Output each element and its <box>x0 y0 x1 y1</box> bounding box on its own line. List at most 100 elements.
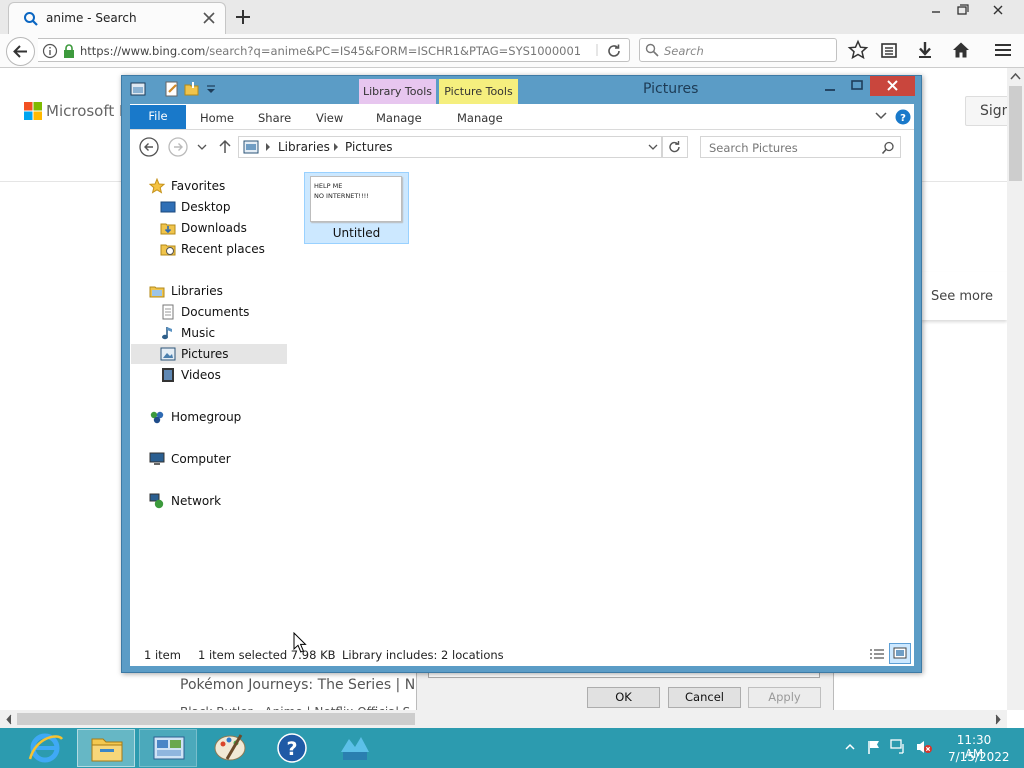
details-view-icon[interactable] <box>867 645 886 663</box>
bookmark-star-icon[interactable] <box>847 39 869 61</box>
nav-downloads[interactable]: Downloads <box>131 218 287 238</box>
new-tab-icon[interactable] <box>233 7 253 27</box>
nav-computer[interactable]: Computer <box>131 449 287 469</box>
breadcrumb-separator-icon[interactable] <box>264 142 272 152</box>
ok-button[interactable]: OK <box>587 687 660 708</box>
dropdown-arrow-icon[interactable] <box>596 42 606 58</box>
internet-explorer-button[interactable] <box>16 729 74 767</box>
lock-icon <box>62 43 76 59</box>
explorer-minimize-icon[interactable] <box>818 80 842 96</box>
svg-text:?: ? <box>900 113 906 124</box>
nav-homegroup[interactable]: Homegroup <box>131 407 287 427</box>
reading-list-icon[interactable] <box>878 39 900 61</box>
browser-search-box[interactable]: Search <box>639 38 837 62</box>
horizontal-scroll-thumb[interactable] <box>17 713 415 725</box>
show-hidden-icons-icon[interactable] <box>843 741 857 753</box>
svg-text:?: ? <box>286 738 297 760</box>
breadcrumb-libraries[interactable]: Libraries <box>278 140 330 154</box>
explorer-close-button[interactable] <box>870 76 915 96</box>
microsoft-logo-icon <box>24 102 42 120</box>
back-button[interactable] <box>6 37 35 66</box>
selection-info: 1 item selected 7.98 KB <box>198 648 336 662</box>
minimize-icon[interactable] <box>924 0 948 22</box>
libraries-icon <box>149 283 165 299</box>
ribbon-tab-home[interactable]: Home <box>200 111 234 125</box>
nav-videos[interactable]: Videos <box>131 365 287 385</box>
pictures-icon <box>160 346 176 362</box>
menu-icon[interactable] <box>992 39 1014 61</box>
volume-muted-icon[interactable] <box>915 739 933 755</box>
up-arrow-icon[interactable] <box>217 139 233 155</box>
restore-icon[interactable] <box>950 0 974 22</box>
bing-search-icon <box>23 11 39 27</box>
scroll-up-icon[interactable] <box>1009 70 1022 82</box>
nav-videos-label: Videos <box>181 368 221 382</box>
address-dropdown-icon[interactable] <box>647 142 659 152</box>
help-icon[interactable]: ? <box>895 109 911 125</box>
search-result-link[interactable]: Pokémon Journeys: The Series | Netf <box>180 677 434 693</box>
apply-button[interactable]: Apply <box>748 687 821 708</box>
ribbon-tab-file[interactable]: File <box>130 105 186 129</box>
scroll-right-icon[interactable] <box>992 713 1004 726</box>
forward-arrow-icon[interactable] <box>168 137 188 157</box>
nav-network-label: Network <box>171 494 222 508</box>
explorer-maximize-icon[interactable] <box>845 78 869 94</box>
recent-locations-icon[interactable] <box>196 142 208 152</box>
info-icon[interactable] <box>42 43 58 59</box>
download-icon[interactable] <box>914 39 936 61</box>
quick-access-dropdown-icon[interactable] <box>205 84 217 96</box>
reload-icon[interactable] <box>606 43 622 59</box>
ribbon-tab-view[interactable]: View <box>316 111 343 125</box>
cancel-button[interactable]: Cancel <box>668 687 741 708</box>
thumbnail-line-1: HELP ME <box>314 182 343 190</box>
network-status-icon[interactable] <box>890 739 908 755</box>
properties-icon[interactable] <box>164 81 180 97</box>
nav-recent-places[interactable]: Recent places <box>131 239 287 259</box>
nav-libraries-label: Libraries <box>171 284 223 298</box>
vertical-scroll-thumb[interactable] <box>1009 86 1022 181</box>
url-bar[interactable]: https://www.bing.com/search?q=anime&PC=I… <box>38 38 630 62</box>
nav-documents[interactable]: Documents <box>131 302 287 322</box>
action-center-flag-icon[interactable] <box>866 739 882 755</box>
close-tab-icon[interactable] <box>201 10 217 26</box>
nav-desktop[interactable]: Desktop <box>131 197 287 217</box>
thumbnail-line-2: NO INTERNET!!!! <box>314 192 369 200</box>
large-icons-view-icon[interactable] <box>889 643 911 664</box>
nav-network[interactable]: Network <box>131 491 287 511</box>
scroll-left-icon[interactable] <box>3 713 15 726</box>
file-explorer-taskbar-button[interactable] <box>77 729 135 767</box>
nav-favorites[interactable]: Favorites <box>131 176 287 196</box>
image-thumbnail: HELP ME NO INTERNET!!!! <box>310 176 402 222</box>
url-host: https://www.bing.com <box>80 44 206 58</box>
help-support-button[interactable]: ? <box>263 729 321 767</box>
ribbon-tab-share[interactable]: Share <box>258 111 291 125</box>
clock-date[interactable]: 7/15/2022 <box>948 750 1010 764</box>
see-more-link[interactable]: See more <box>931 289 993 304</box>
paint-button[interactable] <box>201 729 259 767</box>
computer-icon <box>149 451 165 467</box>
breadcrumb-separator-icon[interactable] <box>332 142 340 152</box>
ribbon-tab-manage-picture[interactable]: Manage <box>457 111 503 125</box>
address-bar[interactable]: Libraries Pictures <box>238 136 662 158</box>
close-window-icon[interactable] <box>986 0 1010 22</box>
control-panel-button[interactable] <box>139 729 197 767</box>
refresh-button[interactable] <box>662 136 688 158</box>
search-placeholder: Search <box>664 44 704 58</box>
library-info: Library includes: 2 locations <box>342 648 504 662</box>
expand-ribbon-icon[interactable] <box>874 110 888 122</box>
app-button[interactable] <box>326 729 384 767</box>
library-tools-tab[interactable]: Library Tools <box>359 79 436 104</box>
breadcrumb-pictures[interactable]: Pictures <box>345 140 393 154</box>
new-folder-icon[interactable] <box>184 81 200 97</box>
picture-tools-tab[interactable]: Picture Tools <box>439 79 518 104</box>
file-name: Untitled <box>332 226 381 240</box>
ribbon-tab-manage-library[interactable]: Manage <box>376 111 422 125</box>
back-arrow-icon[interactable] <box>139 137 159 157</box>
home-icon[interactable] <box>950 39 972 61</box>
search-pictures-input[interactable]: Search Pictures <box>700 136 901 158</box>
nav-music[interactable]: Music <box>131 323 287 343</box>
url-text: https://www.bing.com/search?q=anime&PC=I… <box>80 44 581 58</box>
browser-tab[interactable]: anime - Search <box>8 2 226 34</box>
nav-pictures[interactable]: Pictures <box>131 344 287 364</box>
nav-libraries[interactable]: Libraries <box>131 281 287 301</box>
